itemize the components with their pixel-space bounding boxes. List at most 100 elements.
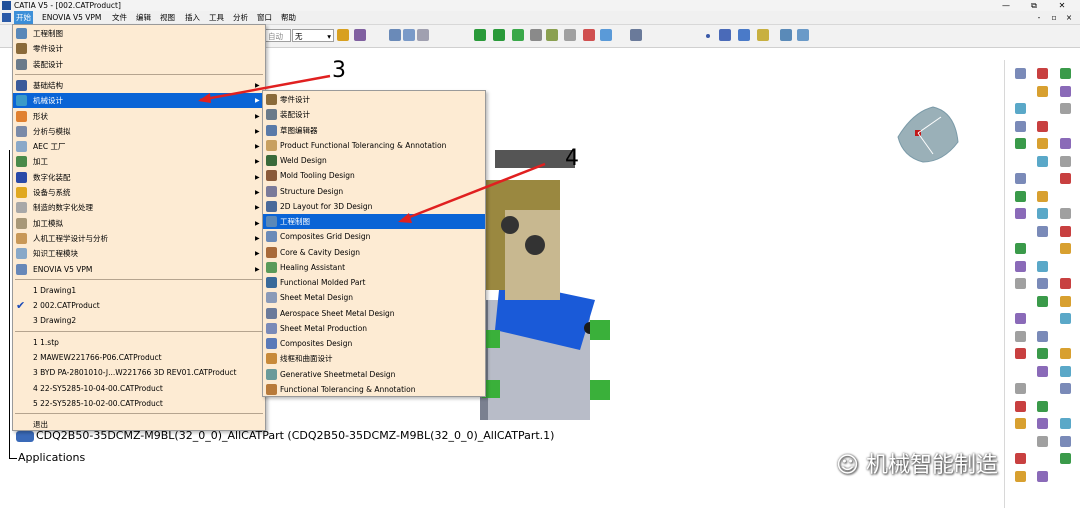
tool-icon[interactable] [1060,85,1071,97]
sketch-icon[interactable] [389,29,401,41]
layer-combo[interactable]: 无 ▾ [292,29,334,42]
recent-file-2[interactable]: 3 BYD PA-2801010-J...W221766 3D REV01.CA… [13,365,265,380]
submenu-item-10[interactable]: Core & Cavity Design [263,245,485,260]
tool-icon[interactable] [1015,313,1026,324]
menu-insert[interactable]: 插入 [183,11,202,24]
swap-visible-icon[interactable] [600,29,612,41]
submenu-item-11[interactable]: Healing Assistant [263,260,485,275]
tool-icon[interactable] [1037,208,1048,219]
rotate-icon[interactable] [493,29,505,41]
tool-icon[interactable] [1037,295,1048,307]
minimize-button[interactable]: — [996,0,1016,11]
tool-icon[interactable] [1015,260,1026,272]
menu-analysis[interactable]: 分析 [231,11,250,24]
submenu-item-13[interactable]: Sheet Metal Design [263,290,485,305]
tool-icon[interactable] [1060,295,1071,307]
tool-icon[interactable] [1060,278,1071,289]
tool-icon[interactable] [1015,120,1026,132]
start-item-14[interactable]: 知识工程模块 ▶ [13,246,265,261]
render-icon[interactable] [630,29,642,41]
start-item-1[interactable]: 零件设计 [13,41,265,56]
tool-icon[interactable] [1060,365,1071,377]
menu-window[interactable]: 窗口 [255,11,274,24]
submenu-item-14[interactable]: Aerospace Sheet Metal Design [263,306,485,321]
tool-icon[interactable] [1060,435,1071,447]
exit-item[interactable]: 退出 [13,417,265,432]
submenu-item-15[interactable]: Sheet Metal Production [263,321,485,336]
tool-icon[interactable] [1060,418,1071,429]
recent-window-0[interactable]: 1 Drawing1 [13,283,265,298]
normal-view-icon[interactable] [546,29,558,41]
tool-icon[interactable] [1037,418,1048,429]
tool-icon[interactable] [1037,85,1048,97]
tool-icon[interactable] [1015,138,1026,149]
menu-edit[interactable]: 编辑 [134,11,153,24]
start-item-15[interactable]: ENOVIA V5 VPM ▶ [13,262,265,277]
tool-icon[interactable] [1037,278,1048,289]
tool-icon[interactable] [1015,470,1026,482]
tool-icon[interactable] [1015,103,1026,114]
tool-icon[interactable] [1037,120,1048,132]
menu-start[interactable]: 开始 [14,11,33,24]
tool-icon[interactable] [1015,278,1026,289]
tool-icon[interactable] [1037,470,1048,482]
tool-icon[interactable] [1015,190,1026,202]
menu-enovia[interactable]: ENOVIA V5 VPM [40,11,103,24]
recent-window-2[interactable]: 3 Drawing2 [13,313,265,328]
tool-icon[interactable] [1060,383,1071,394]
catalog-icon[interactable] [797,29,809,41]
recent-file-1[interactable]: 2 MAWEW221766-P06.CATProduct [13,350,265,365]
restore-button[interactable]: ⧉ [1024,0,1044,11]
part-icon[interactable] [16,431,34,442]
tool-icon[interactable] [1037,435,1048,447]
hide-show-icon[interactable] [583,29,595,41]
tool-icon[interactable] [1015,243,1026,254]
tool-icon[interactable] [1060,313,1071,324]
submenu-item-18[interactable]: Generative Sheetmetal Design [263,367,485,382]
surface-icon[interactable] [757,29,769,41]
recent-window-1[interactable]: ✔ 2 002.CATProduct [13,298,265,313]
doc-close-button[interactable]: × [1062,11,1076,24]
recent-file-0[interactable]: 1 1.stp [13,335,265,350]
menu-view[interactable]: 视图 [158,11,177,24]
menu-file[interactable]: 文件 [110,11,129,24]
tool-icon[interactable] [1060,208,1071,219]
tool-icon[interactable] [1037,155,1048,167]
tool-icon[interactable] [1037,400,1048,412]
tool-icon[interactable] [1037,225,1048,237]
tool-icon[interactable] [1060,103,1071,114]
tool-icon[interactable] [1060,173,1071,184]
format-painter-icon[interactable] [337,29,349,41]
tool-icon[interactable] [1037,260,1048,272]
submenu-item-16[interactable]: Composites Design [263,336,485,351]
tool-icon[interactable] [1015,68,1026,79]
tool-icon[interactable] [1060,453,1071,464]
tool-icon[interactable] [1015,383,1026,394]
doc-minimize-button[interactable]: - [1032,11,1046,24]
recent-file-4[interactable]: 5 22-SY5285-10-02-00.CATProduct [13,396,265,411]
menu-help[interactable]: 帮助 [279,11,298,24]
zoom-icon[interactable] [512,29,524,41]
recent-file-3[interactable]: 4 22-SY5285-10-04-00.CATProduct [13,381,265,396]
tool-icon[interactable] [1015,453,1026,464]
tool-icon[interactable] [1037,68,1048,79]
tool-icon[interactable] [1060,225,1071,237]
pan-icon[interactable] [474,29,486,41]
line-icon[interactable] [719,29,731,41]
submenu-item-17[interactable]: 线框和曲面设计 [263,351,485,366]
tree-node-applications[interactable]: Applications [18,451,85,464]
analysis-icon[interactable] [403,29,415,41]
tool-icon[interactable] [1037,330,1048,342]
start-item-0[interactable]: 工程制图 [13,26,265,41]
tool-icon[interactable] [1037,365,1048,377]
tool-icon[interactable] [1060,138,1071,149]
tool-icon[interactable] [1015,400,1026,412]
tool-icon[interactable] [1060,155,1071,167]
bookmark-icon[interactable] [780,29,792,41]
submenu-item-9[interactable]: Composites Grid Design [263,229,485,244]
tool-icon[interactable] [1015,418,1026,429]
fly-icon[interactable] [530,29,542,41]
start-item-13[interactable]: 人机工程学设计与分析 ▶ [13,231,265,246]
menu-tools[interactable]: 工具 [207,11,226,24]
tool-icon[interactable] [1060,243,1071,254]
